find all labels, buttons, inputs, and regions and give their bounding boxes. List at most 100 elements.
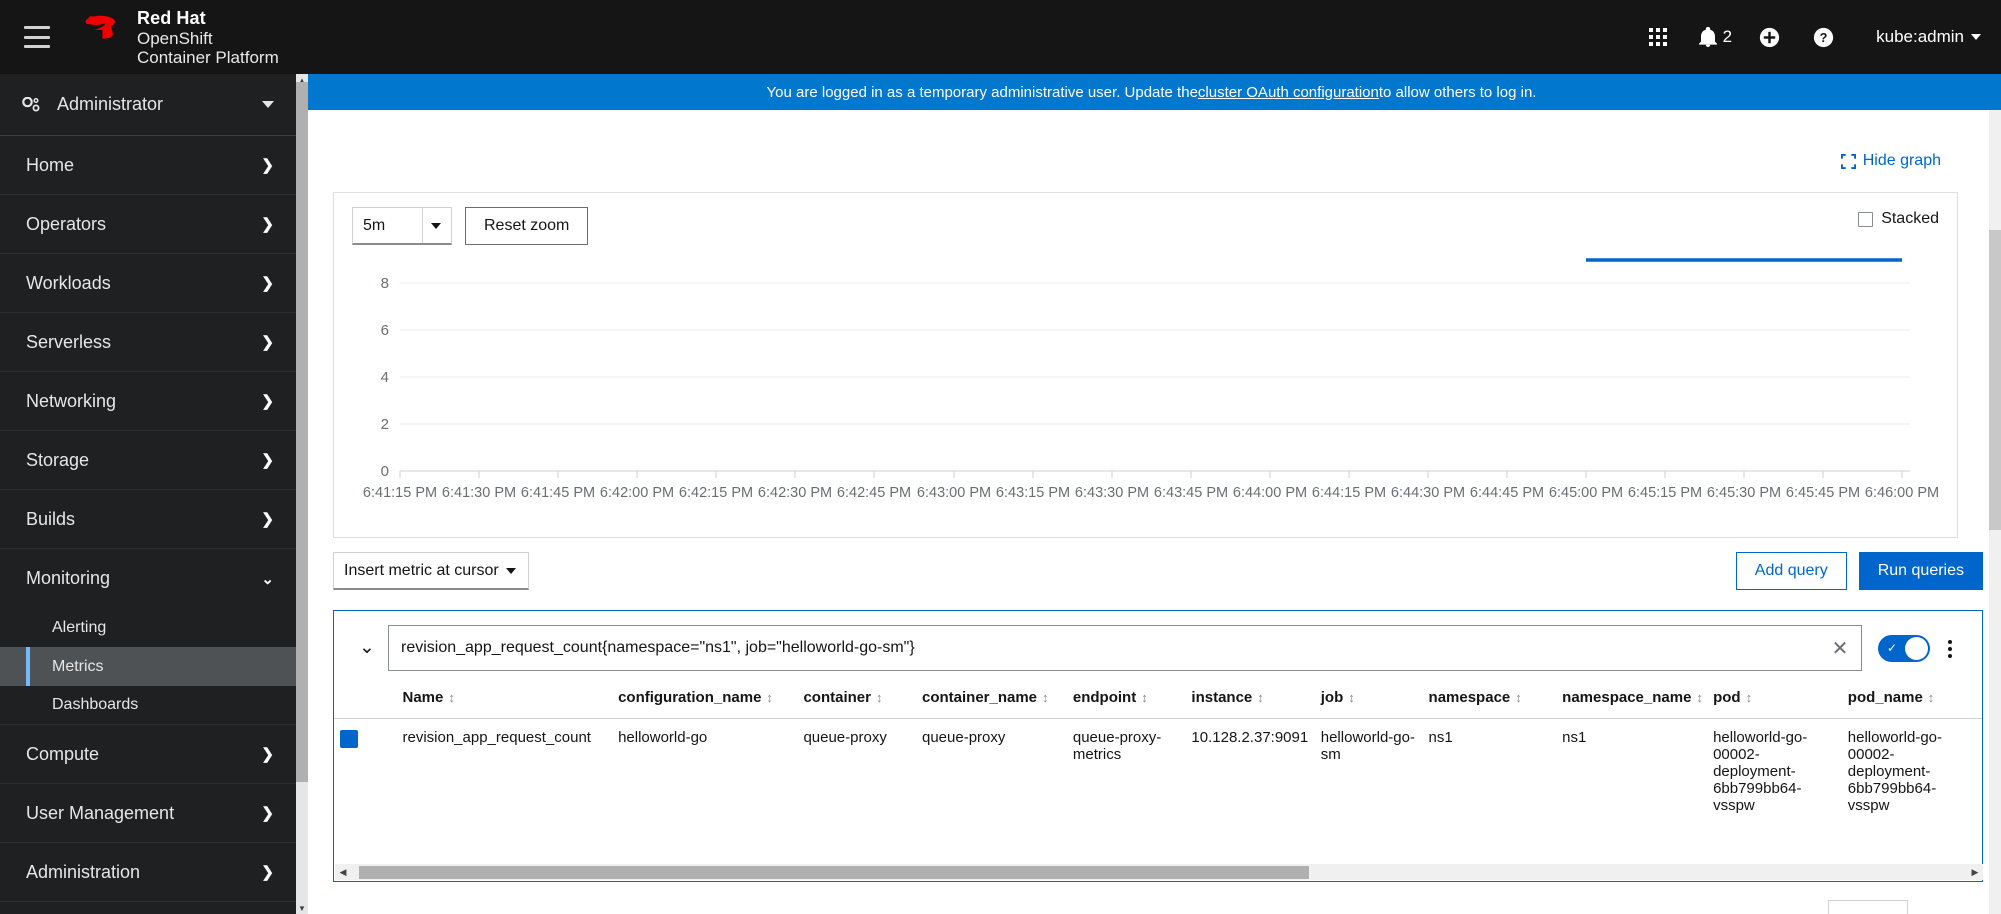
sidebar-subitem-label: Metrics: [52, 657, 104, 675]
sort-icon: ↕: [1696, 690, 1703, 705]
reset-zoom-button[interactable]: Reset zoom: [465, 207, 589, 245]
scroll-down-arrow-icon[interactable]: ▼: [296, 902, 308, 914]
sidebar-item-networking[interactable]: Networking ❯: [0, 372, 296, 431]
stacked-label: Stacked: [1881, 210, 1939, 227]
run-queries-button[interactable]: Run queries: [1858, 552, 1983, 590]
checkbox-input[interactable]: [1858, 211, 1874, 227]
column-label: Name: [402, 689, 444, 706]
svg-text:6:43:00 PM: 6:43:00 PM: [917, 485, 991, 501]
svg-text:6:43:30 PM: 6:43:30 PM: [1075, 485, 1149, 501]
help-button[interactable]: ?: [1796, 10, 1850, 64]
sidebar-item-builds[interactable]: Builds ❯: [0, 490, 296, 549]
sidebar-scrollbar[interactable]: ▲ ▼: [296, 74, 308, 914]
table-header-container[interactable]: container ↕: [797, 679, 916, 719]
application-launcher-button[interactable]: [1631, 10, 1685, 64]
hide-graph-button[interactable]: Hide graph: [1840, 152, 1941, 170]
check-icon: ✓: [1887, 641, 1898, 655]
scroll-right-arrow-icon[interactable]: ▶: [1967, 867, 1983, 878]
table-header-namespace-name[interactable]: namespace_name ↕: [1556, 679, 1708, 719]
insert-metric-label: Insert metric at cursor: [344, 561, 499, 579]
svg-text:4: 4: [381, 369, 389, 386]
sidebar-item-storage[interactable]: Storage ❯: [0, 431, 296, 490]
sort-icon: ↕: [766, 690, 773, 705]
user-menu-button[interactable]: kube:admin: [1876, 27, 1981, 47]
cell-job: helloworld-go-sm: [1320, 729, 1415, 763]
sidebar-item-label: Monitoring: [26, 568, 111, 588]
sidebar-item-monitoring[interactable]: Monitoring ⌄: [0, 549, 296, 608]
scrollbar-track[interactable]: [351, 865, 1967, 879]
add-resource-button[interactable]: [1742, 10, 1796, 64]
scroll-left-arrow-icon[interactable]: ◀: [335, 867, 351, 878]
graph-toolbar: 5m Reset zoom Stacked: [334, 193, 1957, 257]
table-header-name[interactable]: Name ↕: [396, 679, 613, 719]
page-scrollbar-thumb[interactable]: [1989, 230, 2001, 530]
table-header-namespace[interactable]: namespace ↕: [1422, 679, 1557, 719]
sidebar-scrollbar-thumb[interactable]: [296, 82, 308, 782]
page-scrollbar[interactable]: [1989, 110, 2001, 914]
add-query-button[interactable]: Add query: [1735, 552, 1847, 590]
column-label: namespace: [1428, 689, 1511, 706]
table-header-container-name[interactable]: container_name ↕: [915, 679, 1067, 719]
cell-container: queue-proxy: [803, 729, 887, 746]
series-color-swatch[interactable]: [340, 730, 358, 748]
table-horizontal-scrollbar[interactable]: ◀ ▶: [335, 864, 1983, 880]
cell-namespace-name: ns1: [1562, 729, 1587, 746]
clipped-bottom-control: [1828, 900, 1908, 914]
sort-icon: ↕: [875, 690, 883, 705]
chart-y-tick-labels: 8 6 4 2 0: [381, 275, 389, 480]
svg-text:6:42:00 PM: 6:42:00 PM: [600, 485, 674, 501]
chevron-right-icon: ❯: [261, 805, 274, 822]
sidebar-item-label: Home: [26, 154, 75, 175]
time-range-dropdown[interactable]: 5m: [352, 207, 452, 245]
sidebar-item-user-management[interactable]: User Management ❯: [0, 784, 296, 843]
svg-text:6:42:45 PM: 6:42:45 PM: [837, 485, 911, 501]
hide-graph-label: Hide graph: [1862, 152, 1941, 169]
sidebar-item-administration[interactable]: Administration ❯: [0, 843, 296, 902]
query-toolbar: Insert metric at cursor Add query Run qu…: [333, 552, 1983, 598]
expand-query-button[interactable]: ⌄: [346, 625, 388, 669]
sidebar-item-serverless[interactable]: Serverless ❯: [0, 313, 296, 372]
sidebar-item-alerting[interactable]: Alerting: [0, 608, 296, 647]
sidebar-item-label: Operators: [26, 213, 107, 234]
nav-toggle-button[interactable]: [24, 26, 50, 48]
cell-name: revision_app_request_count: [402, 729, 591, 746]
column-label: pod_name: [1847, 689, 1923, 706]
cluster-oauth-configuration-link[interactable]: cluster OAuth configuration: [1198, 84, 1379, 101]
kebab-dot: [1948, 647, 1952, 651]
table-header-pod[interactable]: pod ↕: [1707, 679, 1842, 719]
caret-down-icon: [431, 222, 441, 229]
table-header-endpoint[interactable]: endpoint ↕: [1066, 679, 1186, 719]
table-header-pod-name[interactable]: pod_name ↕: [1841, 679, 1982, 719]
svg-text:6:41:15 PM: 6:41:15 PM: [363, 485, 437, 501]
clear-query-button[interactable]: ✕: [1828, 636, 1852, 660]
sidebar-item-workloads[interactable]: Workloads ❯: [0, 254, 296, 313]
query-enabled-toggle[interactable]: ✓: [1878, 635, 1930, 662]
query-kebab-menu-button[interactable]: [1930, 627, 1970, 671]
question-circle-icon: ?: [1813, 27, 1833, 47]
sidebar-item-metrics[interactable]: Metrics: [0, 647, 296, 686]
column-label: container: [803, 689, 871, 706]
sidebar-item-dashboards[interactable]: Dashboards: [0, 686, 296, 725]
chevron-down-icon: [262, 101, 274, 108]
table-header-configuration-name[interactable]: configuration_name ↕: [612, 679, 798, 719]
sidebar-item-label: Workloads: [26, 272, 111, 293]
chevron-right-icon: ❯: [261, 452, 274, 469]
metrics-line-chart[interactable]: 8 6 4 2 0 6:41:15 PM 6:41:30 PM 6:41:45 …: [334, 257, 1957, 537]
svg-text:0: 0: [381, 463, 389, 480]
cell-configuration-name: helloworld-go: [618, 729, 708, 746]
table-header-instance[interactable]: instance ↕: [1185, 679, 1315, 719]
promql-query-input[interactable]: [388, 625, 1862, 671]
time-range-value: 5m: [363, 216, 386, 234]
brand-logo[interactable]: Red Hat OpenShift Container Platform: [76, 7, 279, 67]
insert-metric-dropdown[interactable]: Insert metric at cursor: [333, 552, 529, 590]
sidebar-item-compute[interactable]: Compute ❯: [0, 725, 296, 784]
stacked-checkbox[interactable]: Stacked: [1858, 210, 1939, 228]
sort-icon: ↕: [1515, 690, 1522, 705]
scrollbar-thumb[interactable]: [359, 866, 1309, 879]
notifications-button[interactable]: 2: [1685, 27, 1742, 47]
table-header-job[interactable]: job ↕: [1314, 679, 1423, 719]
perspective-switcher[interactable]: Administrator: [0, 74, 296, 136]
sidebar-item-operators[interactable]: Operators ❯: [0, 195, 296, 254]
sidebar-item-home[interactable]: Home ❯: [0, 136, 296, 195]
sidebar-subitem-label: Alerting: [52, 618, 107, 636]
